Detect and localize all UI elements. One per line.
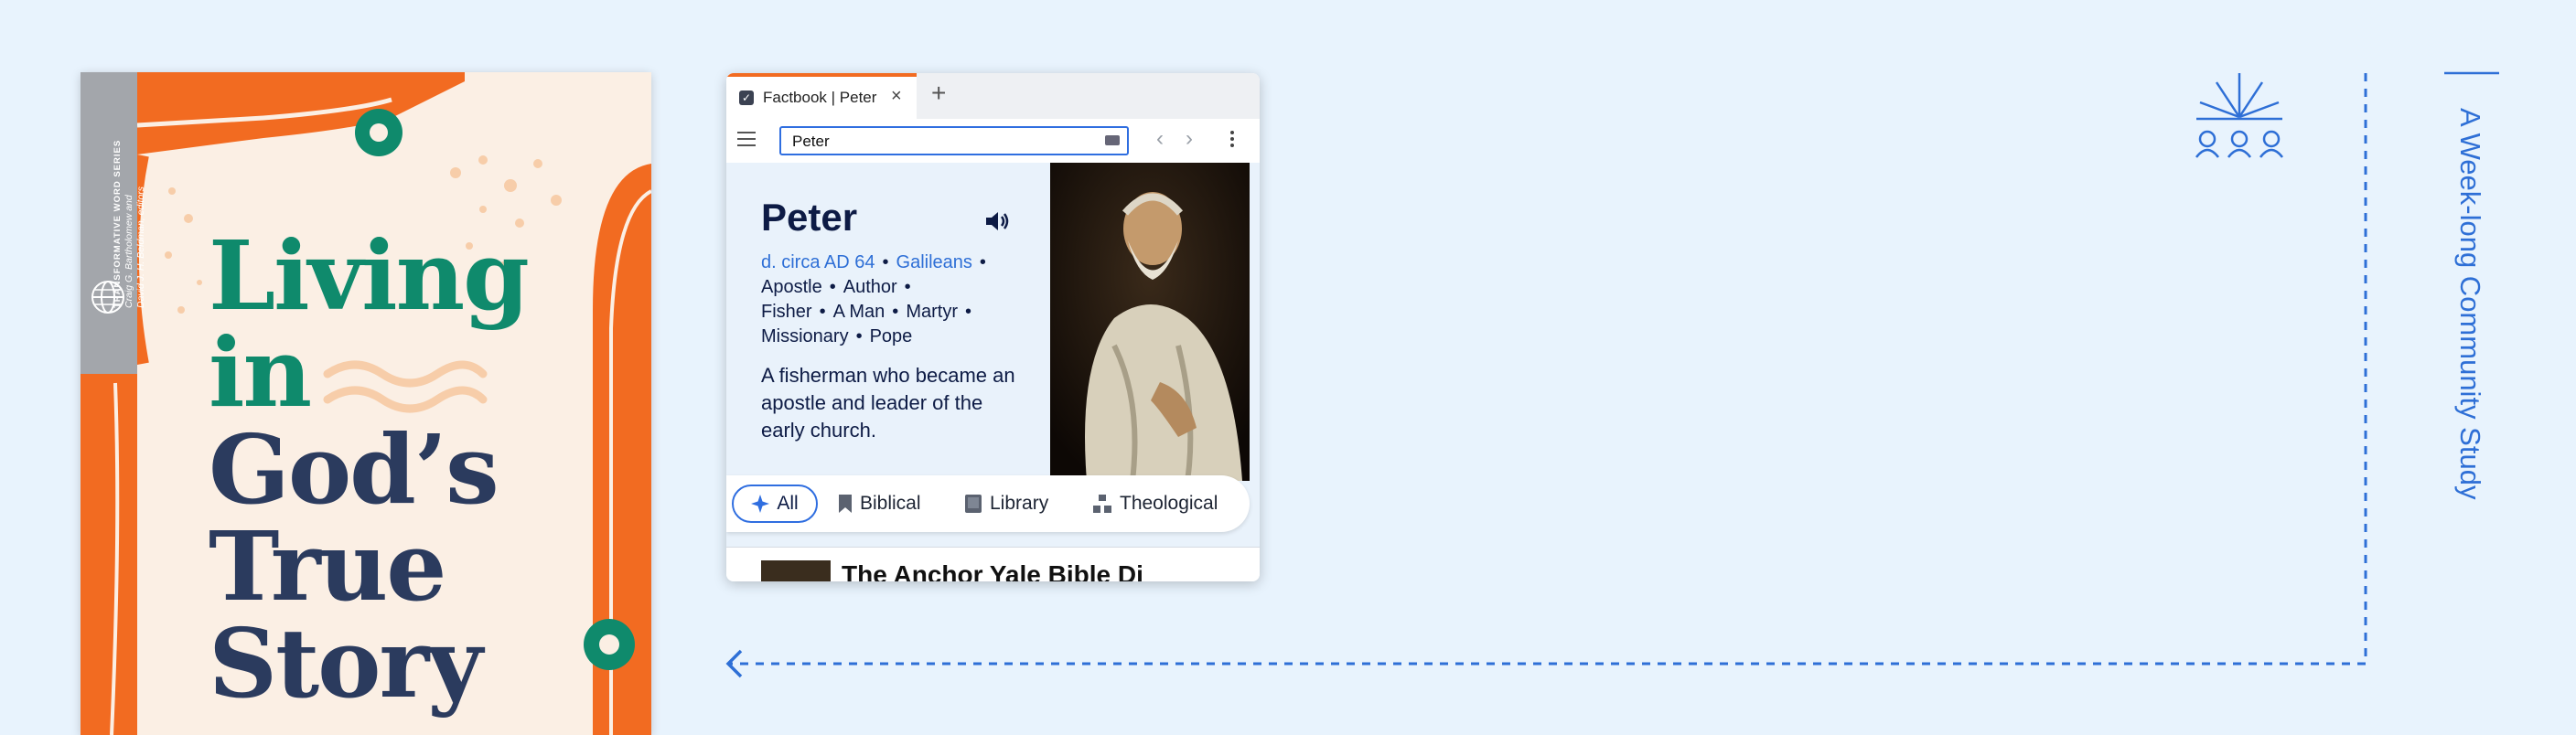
- study-caption: A Week-long Community Study: [2454, 108, 2486, 500]
- community-icon: [2195, 73, 2283, 158]
